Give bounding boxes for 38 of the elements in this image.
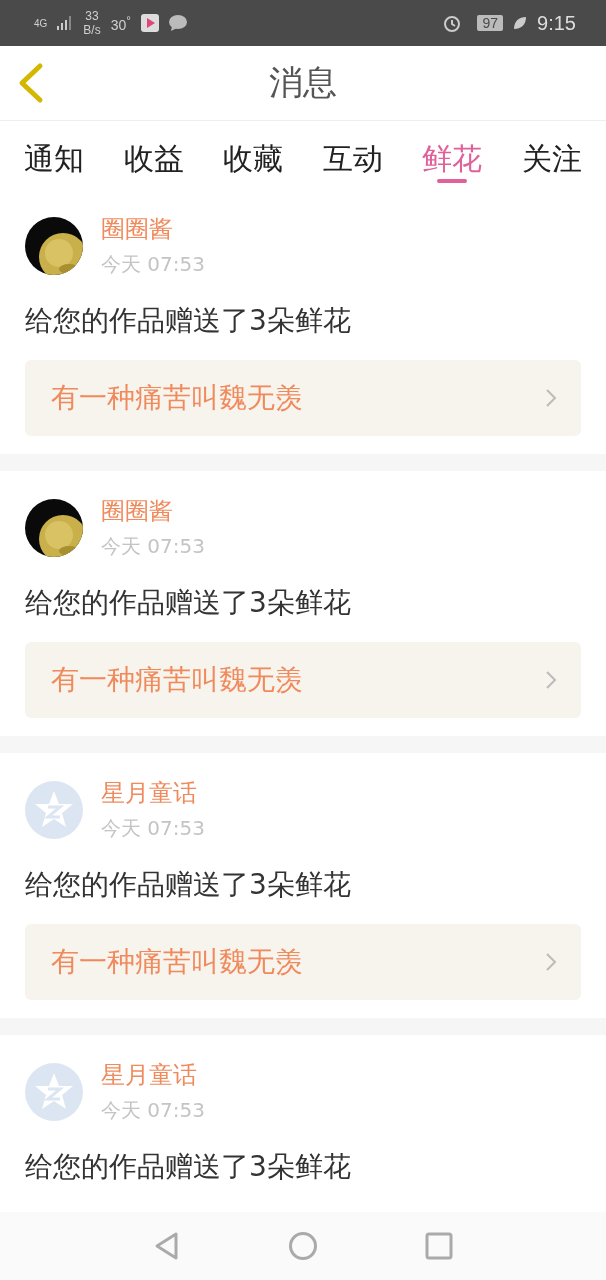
- sender-name[interactable]: 星月童话: [101, 1059, 205, 1091]
- speed-unit: B/s: [83, 23, 101, 37]
- chat-bubble-icon: [168, 15, 187, 31]
- message-time: 今天 07:53: [101, 533, 205, 560]
- clock-time: 9:15: [537, 11, 576, 35]
- page-title: 消息: [269, 61, 337, 104]
- sender-name[interactable]: 星月童话: [101, 777, 205, 809]
- tab[interactable]: 收益: [123, 121, 184, 185]
- leaf-icon: [513, 16, 528, 30]
- network-label: 4G: [34, 17, 48, 29]
- temperature: 30$^{°}$: [110, 13, 131, 33]
- message-text: 给您的作品赠送了3朵鲜花: [25, 1149, 352, 1185]
- tab[interactable]: 关注: [521, 121, 582, 185]
- work-link[interactable]: 有一种痛苦叫魏无羡: [25, 360, 581, 436]
- default-avatar-icon: [25, 1062, 83, 1121]
- speed-value: 33: [85, 9, 99, 23]
- work-link[interactable]: 有一种痛苦叫魏无羡: [25, 642, 581, 718]
- chevron-right-icon: [545, 388, 557, 408]
- work-link[interactable]: 有一种痛苦叫魏无羡: [25, 924, 581, 1000]
- message-text: 给您的作品赠送了3朵鲜花: [25, 585, 352, 621]
- tab[interactable]: 收藏: [223, 121, 284, 185]
- message-text: 给您的作品赠送了3朵鲜花: [25, 867, 352, 903]
- message-text: 给您的作品赠送了3朵鲜花: [25, 303, 352, 339]
- message-time: 今天 07:53: [101, 251, 205, 278]
- tab[interactable]: 互动: [322, 121, 383, 185]
- battery-level: 97: [477, 15, 504, 31]
- alarm-icon: [443, 14, 462, 32]
- sender-name[interactable]: 圈圈酱: [101, 495, 205, 527]
- tab[interactable]: 鲜花: [422, 121, 483, 185]
- chevron-right-icon: [545, 952, 557, 972]
- default-avatar-icon: [25, 780, 83, 839]
- video-app-icon: [140, 14, 159, 32]
- tab[interactable]: 通知: [24, 121, 84, 185]
- message-time: 今天 07:53: [101, 815, 205, 842]
- chevron-right-icon: [545, 670, 557, 690]
- sender-name[interactable]: 圈圈酱: [101, 213, 205, 245]
- message-time: 今天 07:53: [101, 1097, 205, 1124]
- signal-icon: [57, 16, 74, 30]
